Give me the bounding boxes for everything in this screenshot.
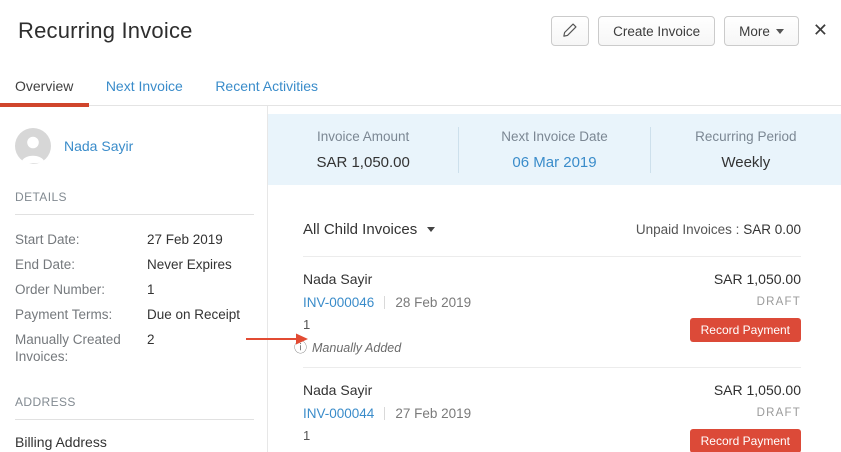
note-text: Manually Added xyxy=(312,341,401,355)
billing-address-label: Billing Address xyxy=(15,434,254,450)
field-value: 27 Feb 2019 xyxy=(147,231,223,248)
invoice-number-link[interactable]: INV-000044 xyxy=(303,406,374,421)
summary-recurring-period: Recurring Period Weekly xyxy=(651,129,841,171)
summary-strip: Invoice Amount SAR 1,050.00 Next Invoice… xyxy=(268,114,841,185)
pencil-icon xyxy=(561,21,579,42)
field-end-date: End Date: Never Expires xyxy=(15,256,254,273)
page-header: Recurring Invoice Create Invoice More ✕ xyxy=(0,0,841,66)
manually-added-note: ⓘ Manually Added xyxy=(294,341,471,355)
tab-bar: Overview Next Invoice Recent Activities xyxy=(0,66,841,106)
status-badge: DRAFT xyxy=(690,296,801,308)
invoice-row: Nada Sayir INV-00004427 Feb 2019 1 ⓘ Man… xyxy=(303,368,801,452)
child-invoices-filter-dropdown[interactable]: All Child Invoices xyxy=(303,221,435,238)
main-panel: Invoice Amount SAR 1,050.00 Next Invoice… xyxy=(268,106,841,452)
invoice-row-right: SAR 1,050.00 DRAFT Record Payment xyxy=(690,382,801,452)
tab-next-invoice[interactable]: Next Invoice xyxy=(106,78,183,105)
create-invoice-button[interactable]: Create Invoice xyxy=(598,16,715,46)
field-label: End Date: xyxy=(15,256,147,273)
invoice-date: 28 Feb 2019 xyxy=(395,295,471,310)
invoice-amount: SAR 1,050.00 xyxy=(690,382,801,398)
invoice-row-left: Nada Sayir INV-00004427 Feb 2019 1 ⓘ Man… xyxy=(303,382,471,452)
edit-button[interactable] xyxy=(551,16,589,46)
field-payment-terms: Payment Terms: Due on Receipt xyxy=(15,306,254,323)
field-value: Never Expires xyxy=(147,256,232,273)
field-label: Start Date: xyxy=(15,231,147,248)
header-actions: Create Invoice More ✕ xyxy=(542,16,828,46)
info-icon: ⓘ xyxy=(294,342,307,355)
summary-label: Recurring Period xyxy=(651,129,841,144)
more-button-label: More xyxy=(739,24,770,39)
invoice-quantity: 1 xyxy=(303,428,471,443)
details-heading: DETAILS xyxy=(15,190,254,204)
record-payment-button[interactable]: Record Payment xyxy=(690,318,801,342)
chevron-down-icon xyxy=(776,29,784,34)
tab-overview[interactable]: Overview xyxy=(15,78,73,105)
summary-label: Next Invoice Date xyxy=(459,129,649,144)
filter-label: All Child Invoices xyxy=(303,221,417,238)
field-order-number: Order Number: 1 xyxy=(15,281,254,298)
invoice-number-link[interactable]: INV-000046 xyxy=(303,295,374,310)
unpaid-label: Unpaid Invoices : xyxy=(636,222,740,237)
address-heading: ADDRESS xyxy=(15,395,254,409)
summary-invoice-amount: Invoice Amount SAR 1,050.00 xyxy=(268,129,458,171)
invoice-amount: SAR 1,050.00 xyxy=(690,271,801,287)
customer-block: Nada Sayir xyxy=(15,128,254,164)
child-invoices-header: All Child Invoices Unpaid Invoices : SAR… xyxy=(303,221,801,238)
invoice-customer: Nada Sayir xyxy=(303,271,471,287)
summary-next-invoice-date: Next Invoice Date 06 Mar 2019 xyxy=(459,129,649,171)
child-invoices-section: All Child Invoices Unpaid Invoices : SAR… xyxy=(268,221,841,452)
field-manually-created-invoices: Manually Created Invoices: 2 xyxy=(15,331,254,365)
status-badge: DRAFT xyxy=(690,407,801,419)
details-divider xyxy=(15,214,254,215)
unpaid-value: SAR 0.00 xyxy=(743,222,801,237)
invoice-meta: INV-000044 27 Feb 2019 xyxy=(303,406,471,421)
close-icon[interactable]: ✕ xyxy=(813,22,828,40)
more-button[interactable]: More xyxy=(724,16,799,46)
chevron-down-icon xyxy=(427,227,435,232)
address-divider xyxy=(15,419,254,420)
field-value: 2 xyxy=(147,331,155,365)
field-start-date: Start Date: 27 Feb 2019 xyxy=(15,231,254,248)
field-label: Payment Terms: xyxy=(15,306,147,323)
invoice-quantity: 1 xyxy=(303,317,471,332)
tab-recent-activities[interactable]: Recent Activities xyxy=(215,78,318,105)
next-invoice-date-link[interactable]: 06 Mar 2019 xyxy=(459,154,649,171)
sidebar: Nada Sayir DETAILS Start Date: 27 Feb 20… xyxy=(0,106,268,452)
details-fields: Start Date: 27 Feb 2019 End Date: Never … xyxy=(15,231,254,365)
invoice-row-left: Nada Sayir INV-00004628 Feb 2019 1 ⓘ Man… xyxy=(303,271,471,355)
avatar xyxy=(15,128,51,164)
meta-separator xyxy=(384,296,385,309)
invoice-customer: Nada Sayir xyxy=(303,382,471,398)
field-label: Order Number: xyxy=(15,281,147,298)
summary-value: Weekly xyxy=(651,154,841,171)
recurring-invoice-page: Recurring Invoice Create Invoice More ✕ … xyxy=(0,0,841,452)
active-tab-underline xyxy=(0,103,89,107)
record-payment-button[interactable]: Record Payment xyxy=(690,429,801,452)
field-label: Manually Created Invoices: xyxy=(15,331,147,365)
meta-separator xyxy=(384,407,385,420)
summary-label: Invoice Amount xyxy=(268,129,458,144)
field-value: Due on Receipt xyxy=(147,306,240,323)
page-body: Nada Sayir DETAILS Start Date: 27 Feb 20… xyxy=(0,106,841,452)
invoice-date: 27 Feb 2019 xyxy=(395,406,471,421)
field-value: 1 xyxy=(147,281,155,298)
summary-value: SAR 1,050.00 xyxy=(268,154,458,171)
customer-name-link[interactable]: Nada Sayir xyxy=(64,138,133,154)
invoice-meta: INV-000046 28 Feb 2019 xyxy=(303,295,471,310)
unpaid-invoices-total: Unpaid Invoices : SAR 0.00 xyxy=(636,222,801,237)
invoice-row: Nada Sayir INV-00004628 Feb 2019 1 ⓘ Man… xyxy=(303,257,801,368)
invoice-row-right: SAR 1,050.00 DRAFT Record Payment xyxy=(690,271,801,355)
